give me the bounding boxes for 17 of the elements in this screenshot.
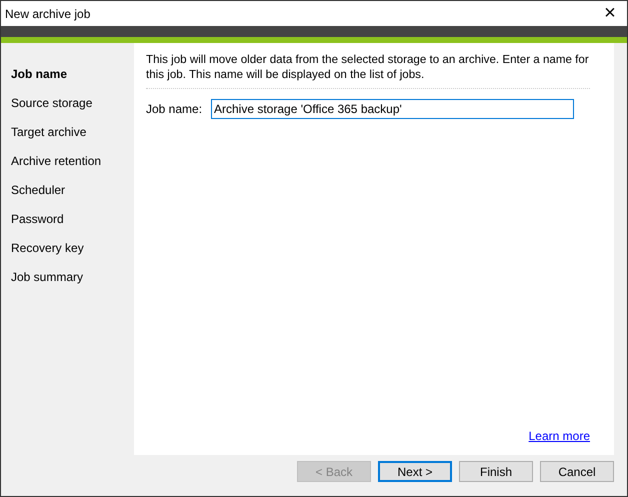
wizard-button[interactable]: Finish xyxy=(459,461,533,482)
wizard-button[interactable]: Next > xyxy=(378,461,452,482)
close-button[interactable]: × xyxy=(593,1,627,26)
learn-more-link[interactable]: Learn more xyxy=(528,429,590,443)
description-text: This job will move older data from the selected storage to an archive. Enter a name for this job. This name will be displayed on the list of jobs. xyxy=(146,52,590,89)
wizard-step[interactable]: Scheduler xyxy=(1,176,134,205)
wizard-step[interactable]: Recovery key xyxy=(1,234,134,263)
wizard-step[interactable]: Source storage xyxy=(1,89,134,118)
wizard-step[interactable]: Job summary xyxy=(1,263,134,292)
field-label: Job name: xyxy=(146,102,204,116)
wizard-step[interactable]: Target archive xyxy=(1,118,134,147)
wizard-button[interactable]: Cancel xyxy=(540,461,614,482)
window-title: New archive job xyxy=(5,6,90,20)
job-name-field[interactable]: Archive storage 'Office 365 backup' xyxy=(211,99,574,119)
wizard-step[interactable]: Archive retention xyxy=(1,147,134,176)
wizard-step[interactable]: Job name xyxy=(1,60,134,89)
wizard-step[interactable]: Password xyxy=(1,205,134,234)
